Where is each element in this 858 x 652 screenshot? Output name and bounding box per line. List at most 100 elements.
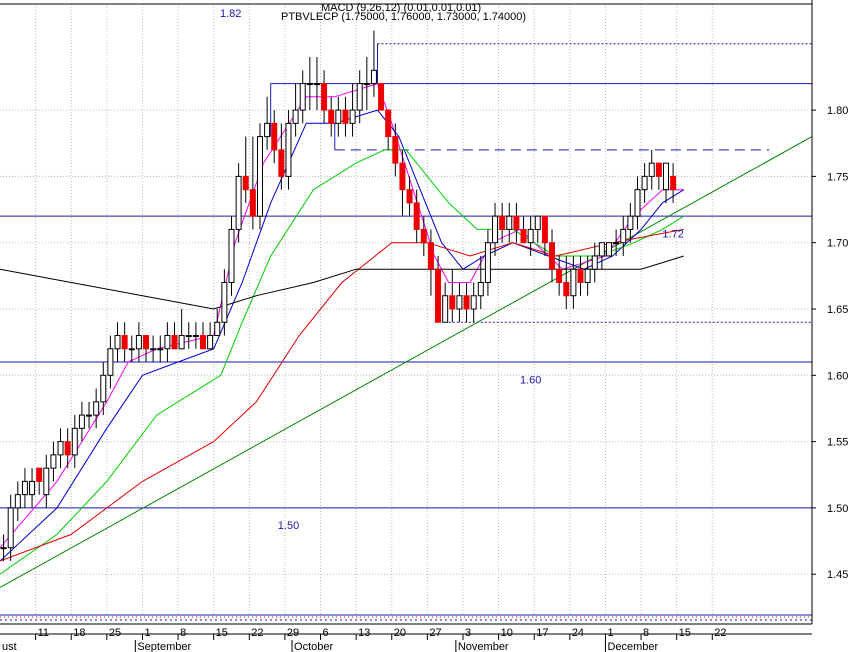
candle-8: [57, 428, 64, 469]
candle-body-61: [435, 268, 442, 323]
candle-body-12: [86, 414, 93, 417]
candle-body-51: [363, 83, 370, 86]
candle-56: [399, 149, 406, 217]
candle-body-2: [14, 494, 21, 509]
candle-body-74: [527, 228, 534, 244]
candle-31: [221, 269, 228, 336]
candle-body-79: [563, 281, 570, 297]
month-label-2: October: [294, 641, 333, 652]
level-label-1: 1.60: [520, 374, 541, 386]
x-tick-label-2: 25: [109, 627, 121, 639]
candle-body-46: [328, 109, 335, 124]
candle-body-65: [463, 295, 470, 310]
candle-body-86: [613, 242, 620, 245]
x-tick-label-6: 22: [251, 627, 263, 639]
candle-7: [50, 441, 57, 482]
candle-34: [242, 136, 249, 203]
candle-body-70: [499, 215, 506, 230]
candle-12: [86, 401, 93, 429]
candle-62: [442, 282, 449, 323]
grid-lines: [0, 4, 812, 614]
candle-body-80: [570, 268, 577, 297]
candle-body-15: [107, 348, 114, 376]
candle-42: [299, 70, 306, 124]
candle-body-71: [506, 215, 513, 230]
month-label-0: ust: [2, 641, 17, 652]
candle-23: [164, 322, 171, 363]
candle-47: [335, 96, 342, 137]
month-label-1: September: [137, 641, 191, 652]
candle-59: [420, 216, 427, 256]
candle-body-0: [0, 547, 7, 550]
candle-75: [534, 215, 541, 243]
month-label-3: November: [458, 641, 509, 652]
x-tick-label-4: 8: [180, 627, 186, 639]
x-tick-label-17: 8: [643, 627, 649, 639]
candle-55: [392, 123, 399, 177]
candle-body-31: [221, 281, 228, 323]
candle-25: [178, 309, 185, 350]
candle-body-63: [449, 295, 456, 310]
support-resistance-lines: [0, 43, 812, 509]
y-tick-label-1: 1.75: [827, 171, 848, 183]
candle-51: [363, 57, 370, 111]
month-label-4: December: [607, 641, 658, 652]
candle-32: [228, 216, 235, 296]
candle-body-27: [192, 335, 199, 338]
level-label-0: 1.72: [662, 228, 683, 240]
candle-body-87: [620, 228, 627, 244]
candle-body-81: [577, 268, 584, 283]
candle-body-56: [399, 162, 406, 191]
stock-chart: 1.72 1.60 1.50 1.80 1.75 1.70 1.65 1.60 1.55 1.5…: [0, 0, 848, 652]
candle-48: [342, 96, 349, 137]
candle-91: [648, 149, 655, 190]
candle-53: [378, 83, 385, 111]
candle-body-21: [150, 348, 157, 351]
candle-81: [577, 255, 584, 296]
candle-body-60: [427, 242, 434, 270]
x-tick-label-8: 6: [323, 627, 329, 639]
candle-86: [613, 229, 620, 256]
candle-28: [200, 322, 206, 350]
candle-body-68: [484, 242, 491, 283]
candle-body-93: [662, 162, 669, 191]
candle-17: [121, 322, 128, 363]
candle-body-25: [178, 335, 185, 350]
candle-35: [249, 136, 256, 230]
candle-92: [655, 162, 662, 190]
candle-body-26: [185, 335, 192, 338]
candle-21: [150, 335, 157, 363]
candle-33: [235, 163, 242, 243]
candle-body-36: [256, 136, 263, 217]
y-tick-label-0: 1.80: [827, 105, 848, 117]
candle-body-55: [392, 136, 399, 164]
candle-29: [207, 322, 214, 350]
candle-71: [506, 202, 513, 243]
candle-body-90: [641, 175, 648, 191]
x-tick-label-11: 27: [429, 627, 441, 639]
x-tick-label-7: 29: [287, 627, 299, 639]
candle-body-34: [242, 175, 249, 191]
candle-body-4: [29, 480, 36, 496]
candle-45: [321, 70, 328, 124]
candle-body-94: [670, 175, 677, 191]
candle-66: [470, 282, 477, 323]
candle-body-24: [171, 335, 178, 350]
candle-73: [520, 216, 527, 244]
candle-body-59: [420, 228, 427, 244]
candle-72: [513, 202, 520, 243]
candle-93: [662, 162, 669, 203]
candle-5: [36, 467, 43, 495]
candle-body-35: [249, 189, 256, 217]
candle-body-89: [634, 189, 641, 217]
axes: [0, 0, 813, 635]
candle-body-44: [313, 83, 320, 86]
candle-body-77: [549, 242, 556, 270]
candle-3: [21, 468, 28, 508]
candle-body-5: [36, 467, 43, 482]
top-value-label: 1.82: [220, 8, 241, 20]
macd-strip: [0, 614, 812, 621]
candle-body-13: [93, 401, 100, 416]
candle-body-66: [470, 295, 477, 310]
y-tick-label-5: 1.55: [827, 437, 848, 449]
